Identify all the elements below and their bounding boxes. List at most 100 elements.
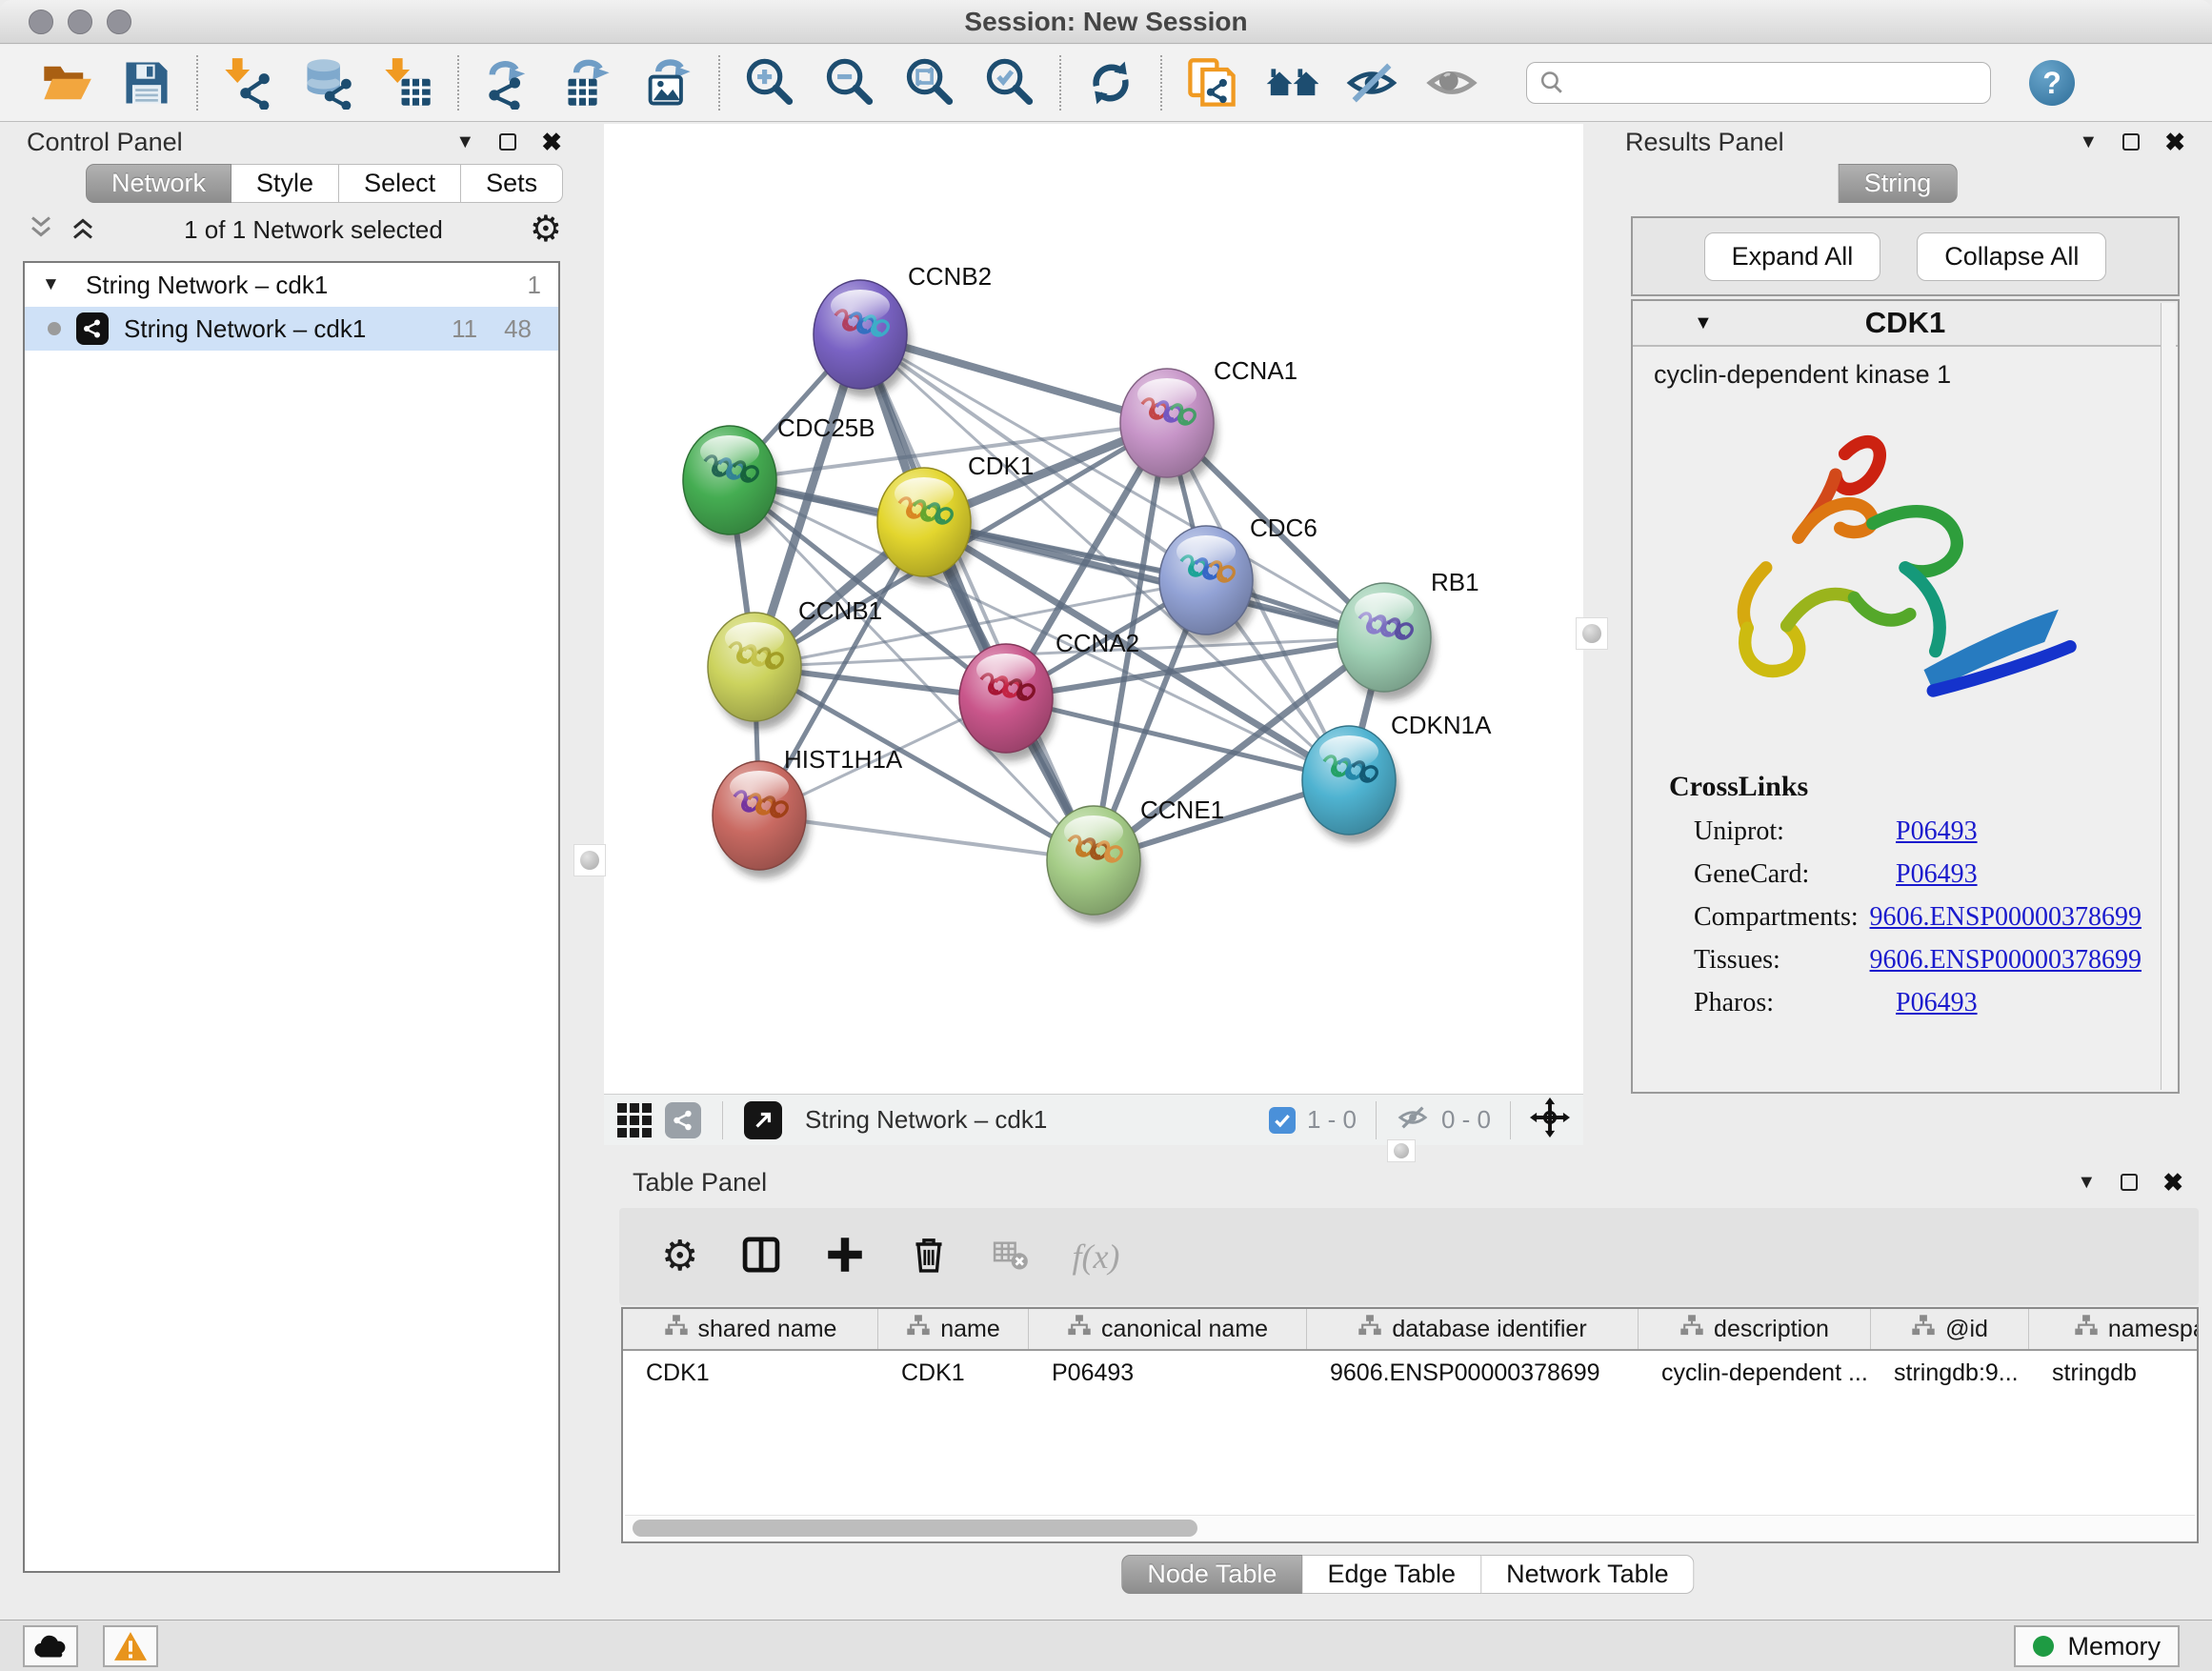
tab-string[interactable]: String — [1839, 164, 1958, 203]
column-header-canonical-name[interactable]: canonical name — [1029, 1309, 1307, 1349]
network-collection-row[interactable]: ▼ String Network – cdk1 1 — [25, 263, 558, 307]
hidden-eye-icon[interactable] — [1396, 1100, 1430, 1139]
zoom-in-icon[interactable] — [743, 56, 796, 110]
column-header-namespace[interactable]: namespace — [2029, 1309, 2197, 1349]
network-node[interactable]: CCNE1 — [1047, 795, 1224, 923]
first-neighbors-icon[interactable] — [1265, 56, 1318, 110]
column-header-shared-name[interactable]: shared name — [623, 1309, 878, 1349]
tab-node-table[interactable]: Node Table — [1121, 1555, 1302, 1594]
table-cell[interactable]: cyclin-dependent ... — [1639, 1359, 1871, 1387]
delete-table-icon[interactable] — [992, 1236, 1030, 1278]
tab-network-table[interactable]: Network Table — [1481, 1555, 1695, 1594]
grid-view-icon[interactable] — [617, 1103, 652, 1137]
table-cell[interactable]: CDK1 — [878, 1359, 1029, 1387]
function-builder-icon[interactable]: f(x) — [1072, 1237, 1119, 1277]
network-node[interactable]: HIST1H1A — [713, 745, 903, 878]
minimize-window-button[interactable] — [68, 10, 92, 34]
export-network-icon[interactable] — [482, 56, 535, 110]
panel-close-icon[interactable]: ✖ — [541, 130, 562, 154]
panel-collapse-icon[interactable]: ▼ — [2079, 132, 2098, 151]
crosshair-icon[interactable] — [1530, 1097, 1570, 1142]
entry-expander-icon[interactable]: ▼ — [1694, 312, 1713, 334]
tree-expander-icon[interactable]: ▼ — [42, 274, 70, 295]
import-network-database-icon[interactable] — [301, 56, 354, 110]
delete-column-icon[interactable] — [908, 1234, 950, 1280]
network-node[interactable]: CCNB2 — [814, 262, 992, 397]
zoom-window-button[interactable] — [107, 10, 131, 34]
import-network-file-icon[interactable] — [221, 56, 274, 110]
table-cell[interactable]: P06493 — [1029, 1359, 1307, 1387]
crosslink-link[interactable]: P06493 — [1896, 859, 1978, 890]
collapse-all-icon[interactable] — [27, 213, 55, 247]
refresh-icon[interactable] — [1084, 56, 1137, 110]
table-cell[interactable]: 9606.ENSP00000378699 — [1307, 1359, 1639, 1387]
network-node[interactable]: CDC6 — [1159, 513, 1317, 643]
table-settings-gear-icon[interactable]: ⚙ — [661, 1236, 698, 1278]
crosslink-link[interactable]: 9606.ENSP00000378699 — [1870, 902, 2142, 933]
panel-float-icon[interactable] — [2122, 133, 2140, 151]
column-header-description[interactable]: description — [1639, 1309, 1871, 1349]
zoom-fit-icon[interactable] — [903, 56, 956, 110]
panel-float-icon[interactable] — [2121, 1174, 2138, 1191]
tab-select[interactable]: Select — [339, 164, 461, 203]
network-graph[interactable]: CCNB2CCNA1CDC25BCDK1CDC6RB1CCNB1CCNA2CDK… — [604, 124, 1583, 1094]
save-session-icon[interactable] — [120, 56, 173, 110]
collapse-all-button[interactable]: Collapse All — [1917, 232, 2106, 281]
zoom-selected-icon[interactable] — [983, 56, 1036, 110]
add-column-icon[interactable] — [824, 1234, 866, 1280]
gene-entry-header[interactable]: ▼ CDK1 — [1633, 301, 2178, 347]
network-share-icon[interactable] — [665, 1102, 701, 1138]
import-table-file-icon[interactable] — [381, 56, 434, 110]
right-splitter-handle[interactable] — [1576, 617, 1608, 650]
network-node[interactable]: CDC25B — [683, 413, 875, 543]
warning-button[interactable] — [103, 1625, 158, 1667]
network-row[interactable]: String Network – cdk1 11 48 — [25, 307, 558, 351]
table-horizontal-scrollbar[interactable] — [625, 1515, 2195, 1540]
table-row[interactable]: CDK1CDK1P064939606.ENSP00000378699cyclin… — [623, 1351, 2197, 1395]
crosslink-link[interactable]: 9606.ENSP00000378699 — [1870, 945, 2142, 976]
export-table-icon[interactable] — [562, 56, 615, 110]
panel-collapse-icon[interactable]: ▼ — [2077, 1173, 2096, 1192]
tab-sets[interactable]: Sets — [461, 164, 563, 203]
crosslink-link[interactable]: P06493 — [1896, 816, 1978, 847]
network-canvas[interactable]: CCNB2CCNA1CDC25BCDK1CDC6RB1CCNB1CCNA2CDK… — [604, 124, 1583, 1094]
panel-close-icon[interactable]: ✖ — [2162, 1170, 2183, 1195]
network-node[interactable]: CDKN1A — [1302, 711, 1492, 843]
panel-float-icon[interactable] — [499, 133, 516, 151]
scrollbar-thumb[interactable] — [633, 1520, 1197, 1537]
duplicate-network-icon[interactable] — [1185, 56, 1238, 110]
show-columns-icon[interactable] — [740, 1234, 782, 1280]
network-node[interactable]: RB1 — [1337, 568, 1479, 700]
show-all-icon[interactable] — [1425, 56, 1478, 110]
close-window-button[interactable] — [29, 10, 53, 34]
birds-eye-view-icon[interactable] — [744, 1101, 782, 1139]
cloud-button[interactable] — [23, 1625, 78, 1667]
crosslink-link[interactable]: P06493 — [1896, 988, 1978, 1018]
results-scrollbar[interactable] — [2161, 303, 2176, 1090]
tab-edge-table[interactable]: Edge Table — [1302, 1555, 1481, 1594]
table-cell[interactable]: CDK1 — [623, 1359, 878, 1387]
export-image-icon[interactable] — [642, 56, 695, 110]
open-session-icon[interactable] — [40, 56, 93, 110]
memory-button[interactable]: Memory — [2014, 1625, 2180, 1667]
search-input[interactable] — [1575, 68, 1979, 99]
panel-close-icon[interactable]: ✖ — [2164, 130, 2185, 154]
selected-checkbox-icon[interactable] — [1269, 1107, 1296, 1134]
column-header-database-identifier[interactable]: database identifier — [1307, 1309, 1639, 1349]
help-button[interactable]: ? — [2029, 60, 2075, 106]
column-header-name[interactable]: name — [878, 1309, 1029, 1349]
zoom-out-icon[interactable] — [823, 56, 876, 110]
tab-network[interactable]: Network — [86, 164, 231, 203]
expand-all-icon[interactable] — [69, 213, 97, 247]
table-cell[interactable]: stringdb:9... — [1871, 1359, 2029, 1387]
table-cell[interactable]: stringdb — [2029, 1359, 2199, 1387]
bottom-splitter-handle[interactable] — [1387, 1139, 1416, 1162]
expand-all-button[interactable]: Expand All — [1704, 232, 1881, 281]
gear-icon[interactable]: ⚙ — [530, 211, 562, 248]
hide-selected-icon[interactable] — [1345, 56, 1398, 110]
column-header--id[interactable]: @id — [1871, 1309, 2029, 1349]
panel-collapse-icon[interactable]: ▼ — [455, 132, 474, 151]
left-splitter-handle[interactable] — [573, 844, 606, 876]
search-box[interactable] — [1526, 62, 1991, 104]
tab-style[interactable]: Style — [231, 164, 339, 203]
